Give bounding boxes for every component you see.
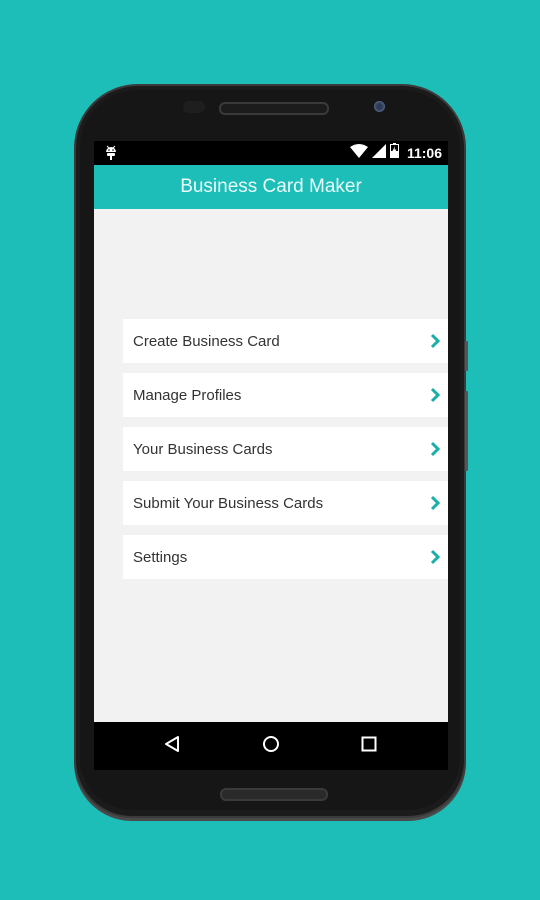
- menu-item-label: Manage Profiles: [133, 386, 242, 404]
- volume-rocker: [465, 391, 468, 471]
- app-bar: Business Card Maker: [94, 165, 448, 209]
- menu-item-create-business-card[interactable]: Create Business Card: [123, 319, 448, 363]
- back-button[interactable]: [160, 734, 184, 758]
- status-bar: 11:06: [94, 141, 448, 165]
- menu-item-manage-profiles[interactable]: Manage Profiles: [123, 373, 448, 417]
- status-clock: 11:06: [406, 145, 442, 161]
- home-button[interactable]: [259, 734, 283, 758]
- chevron-right-icon: [428, 547, 442, 567]
- chevron-right-icon: [428, 385, 442, 405]
- menu-item-label: Your Business Cards: [133, 440, 273, 458]
- battery-charging-icon: [389, 143, 399, 163]
- menu-item-label: Submit Your Business Cards: [133, 494, 324, 512]
- phone-screen: 11:06 Business Card Maker Create Busines…: [94, 141, 448, 770]
- main-menu: Create Business Card Manage Profiles You…: [123, 319, 448, 589]
- home-icon: [262, 735, 280, 758]
- recents-icon: [361, 736, 377, 757]
- android-debug-icon: [104, 145, 118, 161]
- chevron-right-icon: [428, 493, 442, 513]
- menu-item-label: Create Business Card: [133, 332, 280, 350]
- menu-item-submit-business-cards[interactable]: Submit Your Business Cards: [123, 481, 448, 525]
- power-button: [465, 341, 468, 371]
- back-icon: [163, 735, 181, 758]
- menu-item-label: Settings: [133, 548, 188, 566]
- cell-signal-icon: [371, 143, 386, 163]
- main-content: Create Business Card Manage Profiles You…: [94, 209, 448, 722]
- chevron-right-icon: [428, 331, 442, 351]
- recents-button[interactable]: [357, 734, 381, 758]
- wifi-icon: [349, 143, 368, 163]
- front-camera-icon: [374, 101, 385, 112]
- menu-item-settings[interactable]: Settings: [123, 535, 448, 579]
- app-title: Business Card Maker: [180, 176, 362, 197]
- navigation-bar: [94, 722, 448, 770]
- chevron-right-icon: [428, 439, 442, 459]
- menu-item-your-business-cards[interactable]: Your Business Cards: [123, 427, 448, 471]
- bottom-speaker: [220, 788, 328, 801]
- earpiece-speaker: [219, 102, 329, 115]
- proximity-sensor: [183, 101, 205, 113]
